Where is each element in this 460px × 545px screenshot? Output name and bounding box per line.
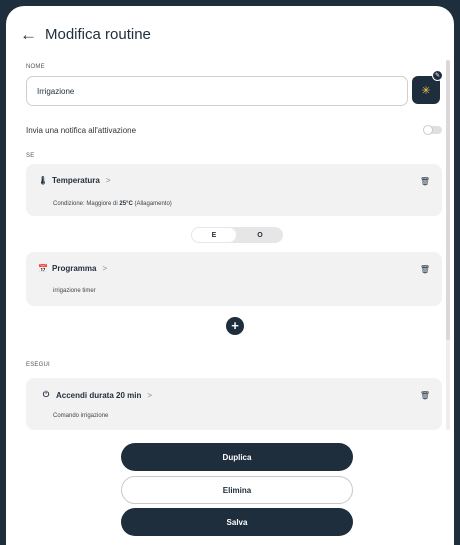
thermometer-icon: 🌡 <box>38 176 49 185</box>
page-title: Modifica routine <box>45 26 151 43</box>
pencil-icon[interactable]: ✎ <box>432 70 443 81</box>
conditions-section-label: SE <box>26 153 35 159</box>
sprinkler-icon: ✳ <box>421 84 431 97</box>
condition-description: Condizione: Maggiore di 25°C (Allagament… <box>53 201 172 207</box>
arrow-left-icon[interactable]: ← <box>20 26 37 43</box>
chevron-right-icon: > <box>102 264 108 273</box>
toggle-knob <box>423 125 433 135</box>
trash-icon[interactable]: 🗑 <box>420 391 430 400</box>
chevron-right-icon: > <box>147 390 153 400</box>
action-title-row: ⏻ Accendi durata 20 min > <box>42 390 152 400</box>
condition-desc-prefix: Condizione: Maggiore di <box>53 201 120 207</box>
condition-title: Programma <box>52 264 97 273</box>
delete-button[interactable]: Elimina <box>121 476 353 504</box>
notify-toggle[interactable] <box>423 125 442 135</box>
condition-title: Temperatura <box>52 176 100 185</box>
logic-selector[interactable]: E O <box>191 227 283 243</box>
condition-title-row: 🌡 Temperatura > <box>38 176 111 185</box>
condition-card-schedule[interactable]: 📅 Programma > irrigazione timer 🗑 <box>26 252 442 306</box>
action-title: Accendi durata 20 min <box>56 390 142 400</box>
power-icon: ⏻ <box>42 390 50 399</box>
name-input[interactable]: Irrigazione <box>26 76 408 106</box>
save-button[interactable]: Salva <box>121 508 353 536</box>
trash-icon[interactable]: 🗑 <box>420 177 430 186</box>
routine-editor-panel: ← Modifica routine NOME Irrigazione ✳ ✎ … <box>6 6 454 545</box>
logic-option-and[interactable]: E <box>191 227 237 243</box>
scrollbar-thumb[interactable] <box>446 60 450 340</box>
header: ← Modifica routine <box>20 26 151 43</box>
chevron-right-icon: > <box>105 176 111 185</box>
plus-icon: + <box>231 318 239 333</box>
trash-icon[interactable]: 🗑 <box>420 265 430 274</box>
condition-card-temperature[interactable]: 🌡 Temperatura > Condizione: Maggiore di … <box>26 164 442 216</box>
calendar-icon: 📅 <box>38 264 48 273</box>
condition-description: irrigazione timer <box>53 288 96 294</box>
duplicate-button[interactable]: Duplica <box>121 443 353 471</box>
condition-desc-value: 25°C <box>119 201 133 207</box>
actions-section-label: ESEGUI <box>26 362 50 368</box>
logic-option-or[interactable]: O <box>237 227 283 243</box>
condition-desc-suffix: (Allagamento) <box>132 201 172 207</box>
add-condition-button[interactable]: + <box>226 317 244 335</box>
scroll-area[interactable]: NOME Irrigazione ✳ ✎ Invia una notifica … <box>6 58 454 436</box>
name-input-value: Irrigazione <box>37 86 75 96</box>
condition-title-row: 📅 Programma > <box>38 264 107 273</box>
notify-label: Invia una notifica all'attivazione <box>26 126 137 135</box>
action-description: Comando irrigazione <box>53 413 109 419</box>
action-card-power[interactable]: ⏻ Accendi durata 20 min > Comando irriga… <box>26 378 442 430</box>
name-label: NOME <box>26 64 45 70</box>
